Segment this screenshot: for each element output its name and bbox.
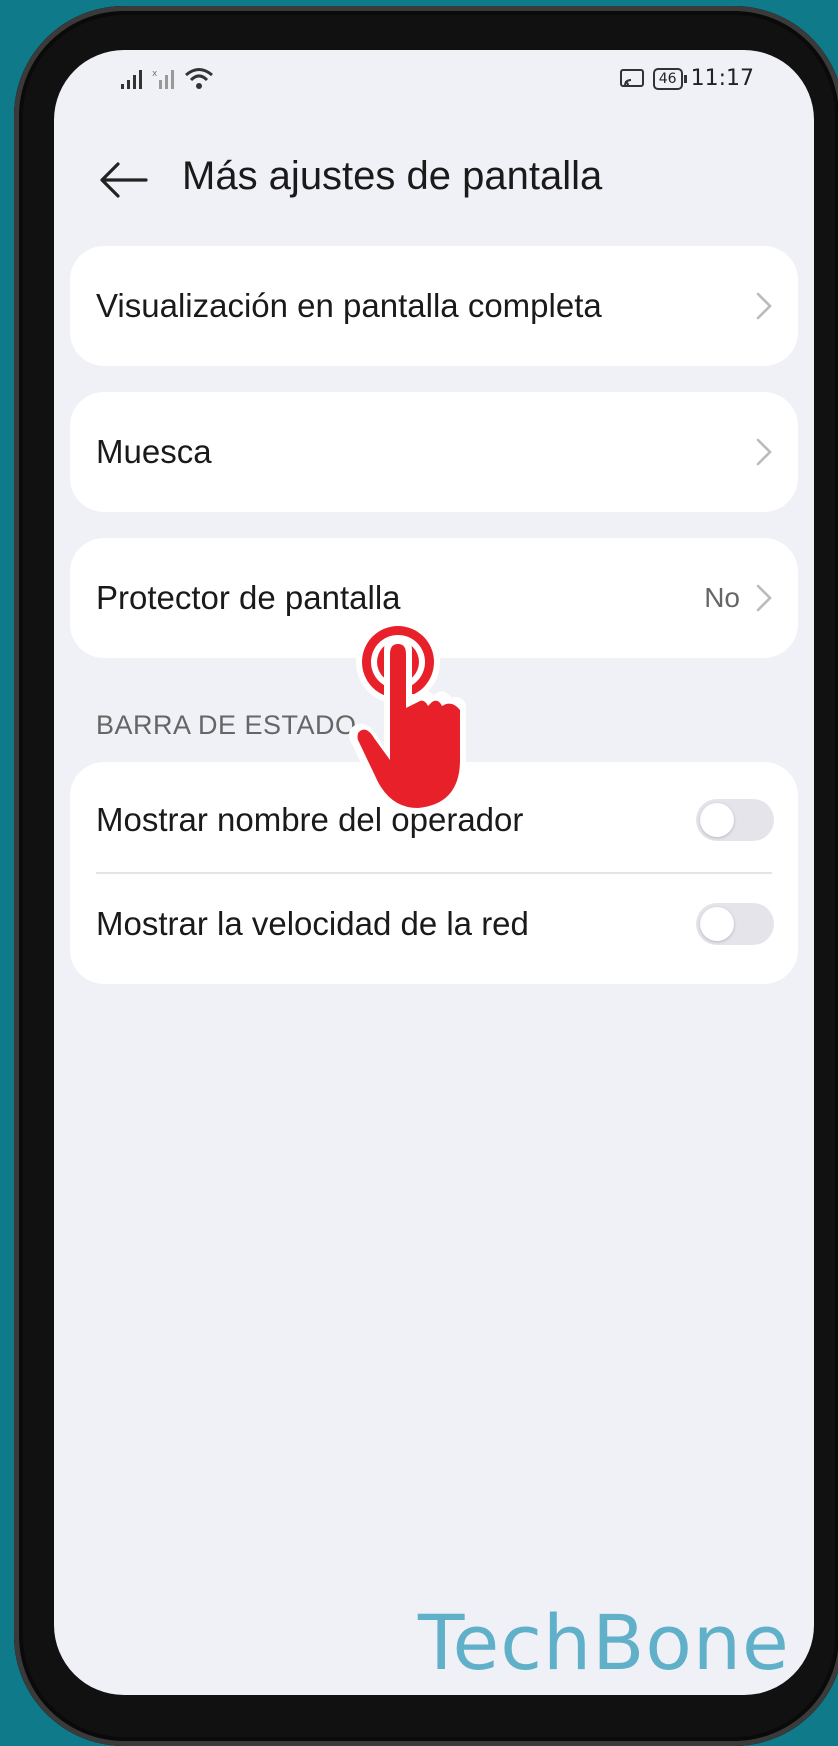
clock: 11:17 (690, 66, 754, 91)
page-title: Más ajustes de pantalla (182, 154, 603, 198)
signal-no-sim-icon: x (152, 69, 174, 89)
fullscreen-display-label: Visualización en pantalla completa (96, 287, 602, 324)
show-speed-toggle[interactable] (696, 903, 774, 945)
notch-label: Muesca (96, 433, 212, 470)
arrow-left-icon (100, 162, 148, 198)
chevron-right-icon (756, 292, 772, 320)
fullscreen-display-item[interactable]: Visualización en pantalla completa (70, 256, 798, 356)
back-button[interactable] (94, 150, 154, 210)
chevron-right-icon (756, 584, 772, 612)
screen-saver-value: No (704, 582, 740, 613)
signal-icon (121, 70, 142, 89)
section-header-status-bar: BARRA DE ESTADO (96, 710, 357, 740)
phone-screen: x 46 11:17 Más ajustes de pantalla Visua… (54, 50, 814, 1695)
screencast-icon (619, 68, 644, 87)
header: Más ajustes de pantalla (54, 140, 814, 220)
watermark-text: TechBone (418, 1598, 790, 1687)
status-bar: x 46 11:17 (54, 50, 814, 110)
chevron-right-icon (756, 438, 772, 466)
battery-icon: 46 (652, 67, 687, 90)
wifi-icon (185, 68, 213, 89)
show-speed-item[interactable]: Mostrar la velocidad de la red (70, 874, 798, 974)
show-carrier-toggle[interactable] (696, 799, 774, 841)
notch-item[interactable]: Muesca (70, 402, 798, 502)
card-notch: Muesca (70, 392, 798, 512)
card-fullscreen: Visualización en pantalla completa (70, 246, 798, 366)
tap-indicator-icon (349, 620, 466, 814)
status-left: x (120, 66, 214, 90)
show-speed-label: Mostrar la velocidad de la red (96, 905, 529, 942)
svg-text:x: x (152, 69, 158, 79)
status-right: 46 11:17 (619, 66, 754, 91)
